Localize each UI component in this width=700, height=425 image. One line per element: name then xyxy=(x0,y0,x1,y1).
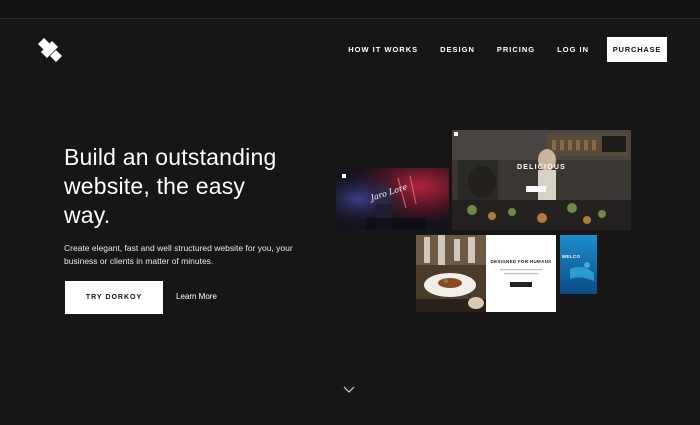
main-nav: HOW IT WORKS DESIGN PRICING LOG IN PURCH… xyxy=(326,37,667,62)
hero-heading-line: Build an outstanding xyxy=(64,144,277,170)
designed-preview-card: DESIGNED FOR HUMANS xyxy=(486,235,556,312)
concert-scene xyxy=(336,168,449,230)
hero-heading-line: website, the easy xyxy=(64,173,246,199)
ocean-preview-image: WELCO xyxy=(560,235,597,294)
hero-subtext-line: business or clients in matter of minutes… xyxy=(64,256,214,266)
food-preview-image xyxy=(416,235,486,312)
ocean-scene xyxy=(560,235,597,294)
concert-preview-image: Jaro Lore xyxy=(336,168,449,230)
landing-page: HOW IT WORKS DESIGN PRICING LOG IN PURCH… xyxy=(0,0,700,425)
learn-more-link[interactable]: Learn More xyxy=(176,292,217,301)
nav-log-in[interactable]: LOG IN xyxy=(557,45,589,54)
ocean-preview-label: WELCO xyxy=(562,254,581,259)
hero-subtext: Create elegant, fast and well structured… xyxy=(64,242,324,268)
browser-top-strip xyxy=(0,0,700,19)
slashes-logo-icon[interactable] xyxy=(38,38,62,62)
restaurant-scene xyxy=(452,130,631,230)
chevron-down-icon[interactable] xyxy=(343,384,355,394)
food-scene xyxy=(416,235,486,312)
hero-heading: Build an outstanding website, the easy w… xyxy=(64,143,324,230)
hero-heading-line: way. xyxy=(64,202,111,228)
try-dorkoy-button[interactable]: TRY DORKOY xyxy=(65,281,163,314)
restaurant-preview-image: DELICIOUS xyxy=(452,130,631,230)
nav-pricing[interactable]: PRICING xyxy=(497,45,535,54)
designed-preview-lines xyxy=(500,269,542,287)
nav-how-it-works[interactable]: HOW IT WORKS xyxy=(348,45,418,54)
restaurant-preview-title: DELICIOUS xyxy=(517,164,566,171)
purchase-button[interactable]: PURCHASE xyxy=(607,37,667,62)
nav-design[interactable]: DESIGN xyxy=(440,45,475,54)
hero-subtext-line: Create elegant, fast and well structured… xyxy=(64,243,293,253)
